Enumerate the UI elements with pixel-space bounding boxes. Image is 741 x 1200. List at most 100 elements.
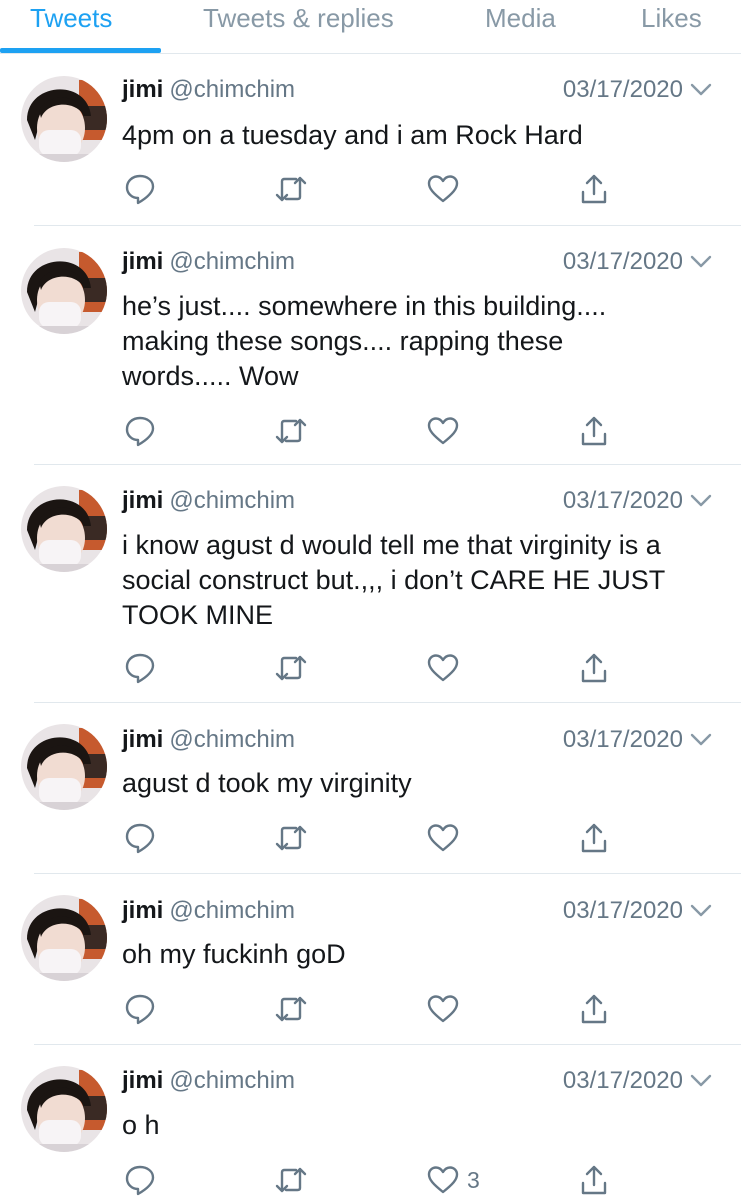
tweet-header: jimi @chimchim 03/17/2020 (122, 1064, 713, 1098)
tweet-text: 4pm on a tuesday and i am Rock Hard (122, 120, 583, 150)
tab-tweets-and-replies[interactable]: Tweets & replies (203, 2, 394, 56)
chevron-down-icon[interactable] (689, 488, 713, 512)
display-name[interactable]: jimi (122, 1067, 163, 1094)
reply-button[interactable] (124, 651, 156, 685)
tweet-header: jimi @chimchim 03/17/2020 (122, 245, 713, 279)
retweet-icon (275, 825, 307, 851)
tweet-header: jimi @chimchim 03/17/2020 (122, 894, 713, 928)
display-name[interactable]: jimi (122, 487, 163, 514)
like-button[interactable] (427, 414, 467, 448)
display-name[interactable]: jimi (122, 726, 163, 753)
tweet-actions (0, 992, 741, 1026)
retweet-button[interactable] (274, 1163, 308, 1197)
retweet-button[interactable] (274, 172, 308, 206)
like-button[interactable] (427, 651, 467, 685)
tweet[interactable]: jimi @chimchim 03/17/2020 o h 3 (0, 1045, 741, 1200)
chevron-down-icon[interactable] (689, 249, 713, 273)
tweet-text: o h (122, 1110, 160, 1140)
retweet-button[interactable] (274, 992, 308, 1026)
retweet-button[interactable] (274, 821, 308, 855)
tweet-text: i know agust d would tell me that virgin… (122, 530, 666, 630)
tweet-header: jimi @chimchim 03/17/2020 (122, 484, 713, 518)
avatar[interactable] (21, 895, 107, 981)
share-icon (581, 1165, 607, 1195)
tweet[interactable]: jimi @chimchim 03/17/2020 he’s just.... s… (0, 226, 741, 465)
reply-button[interactable] (124, 1163, 156, 1197)
like-button[interactable]: 3 (427, 1163, 480, 1197)
reply-icon (125, 174, 155, 205)
tweet-actions (0, 651, 741, 685)
tweet-actions (0, 172, 741, 206)
tweet-date: 03/17/2020 (562, 248, 683, 275)
user-handle[interactable]: @chimchim (169, 726, 295, 753)
user-handle[interactable]: @chimchim (169, 248, 295, 275)
tweet[interactable]: jimi @chimchim 03/17/2020 4pm on a tuesda… (0, 54, 741, 226)
tweet-actions (0, 821, 741, 855)
like-button[interactable] (427, 992, 467, 1026)
share-icon (581, 174, 607, 204)
reply-button[interactable] (124, 172, 156, 206)
tweet[interactable]: jimi @chimchim 03/17/2020 agust d took my… (0, 703, 741, 874)
share-icon (581, 994, 607, 1024)
tweet-date: 03/17/2020 (562, 487, 683, 514)
heart-icon (427, 175, 459, 203)
like-button[interactable] (427, 172, 467, 206)
tweet[interactable]: jimi @chimchim 03/17/2020 i know agust d … (0, 465, 741, 703)
share-button[interactable] (580, 1163, 608, 1197)
share-button[interactable] (580, 821, 608, 855)
like-count: 3 (467, 1166, 480, 1193)
retweet-icon (275, 996, 307, 1022)
tweet-date: 03/17/2020 (562, 1067, 683, 1094)
share-button[interactable] (580, 172, 608, 206)
heart-icon (427, 1166, 459, 1194)
share-button[interactable] (580, 992, 608, 1026)
tweet-text: oh my fuckinh goD (122, 939, 346, 969)
retweet-icon (275, 1167, 307, 1193)
avatar[interactable] (21, 76, 107, 162)
reply-icon (125, 994, 155, 1025)
avatar[interactable] (21, 1066, 107, 1152)
reply-icon (125, 653, 155, 684)
retweet-button[interactable] (274, 414, 308, 448)
heart-icon (427, 824, 459, 852)
reply-button[interactable] (124, 992, 156, 1026)
retweet-icon (275, 418, 307, 444)
tweet-header: jimi @chimchim 03/17/2020 (122, 73, 713, 107)
avatar[interactable] (21, 724, 107, 810)
share-button[interactable] (580, 414, 608, 448)
tab-media[interactable]: Media (485, 2, 556, 56)
user-handle[interactable]: @chimchim (169, 76, 295, 103)
display-name[interactable]: jimi (122, 897, 163, 924)
tweet[interactable]: jimi @chimchim 03/17/2020 oh my fuckinh g… (0, 874, 741, 1045)
retweet-button[interactable] (274, 651, 308, 685)
reply-icon (125, 416, 155, 447)
share-icon (581, 653, 607, 683)
like-button[interactable] (427, 821, 467, 855)
chevron-down-icon[interactable] (689, 77, 713, 101)
tweet-actions (0, 414, 741, 448)
chevron-down-icon[interactable] (689, 898, 713, 922)
chevron-down-icon[interactable] (689, 727, 713, 751)
active-tab-indicator (0, 48, 161, 53)
reply-button[interactable] (124, 414, 156, 448)
heart-icon (427, 417, 459, 445)
user-handle[interactable]: @chimchim (169, 1067, 295, 1094)
avatar[interactable] (21, 486, 107, 572)
display-name[interactable]: jimi (122, 76, 163, 103)
display-name[interactable]: jimi (122, 248, 163, 275)
retweet-icon (275, 176, 307, 202)
share-button[interactable] (580, 651, 608, 685)
tweet-date: 03/17/2020 (562, 76, 683, 103)
user-handle[interactable]: @chimchim (169, 897, 295, 924)
reply-button[interactable] (124, 821, 156, 855)
retweet-icon (275, 655, 307, 681)
heart-icon (427, 995, 459, 1023)
tab-likes[interactable]: Likes (641, 2, 702, 56)
avatar[interactable] (21, 248, 107, 334)
user-handle[interactable]: @chimchim (169, 487, 295, 514)
reply-icon (125, 1165, 155, 1196)
profile-tabs: Tweets Tweets & replies Media Likes (0, 0, 741, 54)
heart-icon (427, 654, 459, 682)
chevron-down-icon[interactable] (689, 1068, 713, 1092)
share-icon (581, 416, 607, 446)
